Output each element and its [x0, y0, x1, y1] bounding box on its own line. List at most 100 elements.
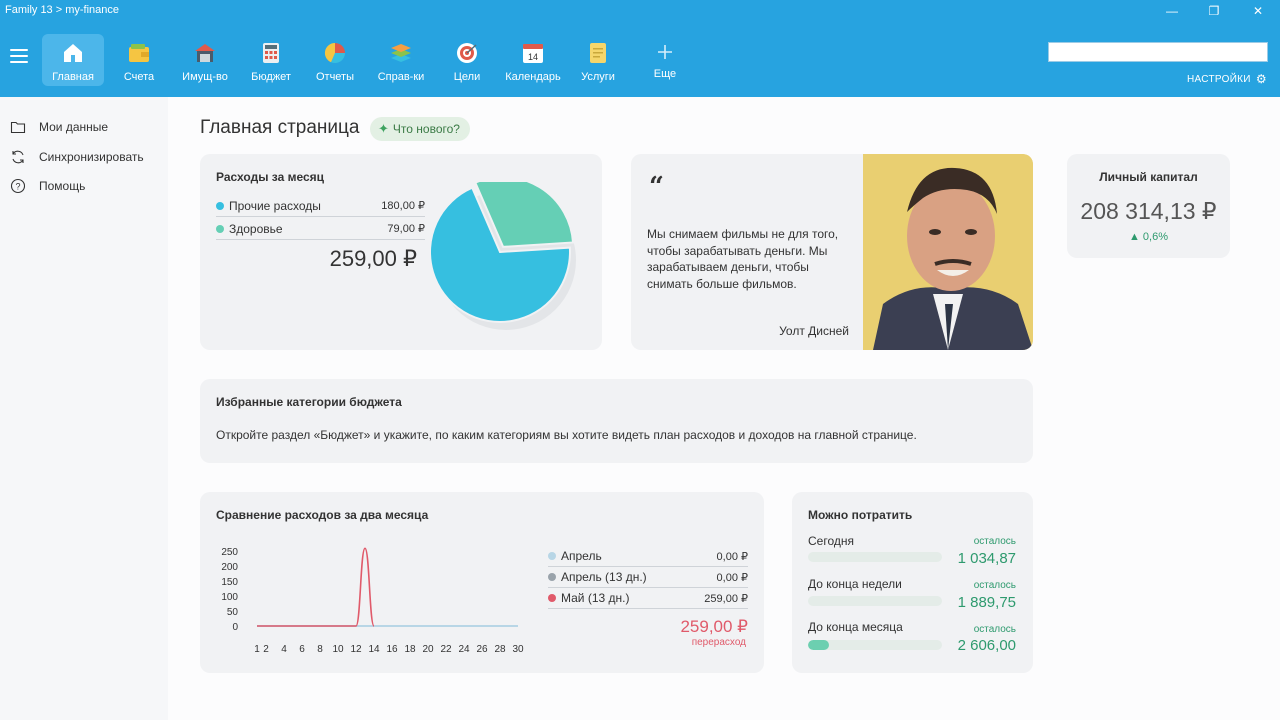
comparison-title: Сравнение расходов за два месяца — [216, 508, 429, 522]
hamburger-menu-icon[interactable] — [10, 49, 28, 63]
calendar-badge: 14 — [528, 52, 538, 62]
expenses-total: 259,00 ₽ — [329, 246, 417, 271]
page-title: Главная страница — [200, 117, 360, 138]
settings-link[interactable]: НАСТРОЙКИ ⚙ — [1187, 72, 1267, 86]
x-tick-label: 14 — [368, 644, 380, 655]
capital-change: ▲ 0,6% — [1128, 231, 1168, 243]
x-tick-label: 1 — [254, 644, 260, 655]
y-tick-label: 0 — [232, 622, 238, 633]
nav-item-budget[interactable]: Бюджет — [240, 34, 302, 86]
expenses-card[interactable]: Расходы за месяц Прочие расходы 180,00 ₽… — [200, 154, 602, 350]
main-content: Главная страница ✦ Что нового? Расходы за… — [168, 97, 1280, 720]
nav-item-goals[interactable]: Цели — [436, 34, 498, 86]
legend-value: 0,00 ₽ — [716, 571, 748, 584]
expense-label: Здоровье — [229, 221, 283, 236]
y-tick-label: 200 — [221, 562, 238, 573]
expense-row[interactable]: Здоровье 79,00 ₽ — [216, 218, 425, 240]
nav-label: Календарь — [505, 71, 561, 83]
x-tick-label: 2 — [263, 644, 269, 655]
nav-label: Цели — [453, 71, 481, 83]
expenses-title: Расходы за месяц — [216, 170, 325, 184]
spend-left-label: осталось — [973, 624, 1016, 635]
sidebar-item-my-data[interactable]: Мои данные — [10, 117, 108, 137]
minimize-button[interactable]: — — [1152, 1, 1192, 21]
help-icon: ? — [10, 178, 26, 194]
favorites-text: Откройте раздел «Бюджет» и укажите, по к… — [216, 428, 917, 442]
can-spend-card[interactable]: Можно потратить Сегодня осталось 1 034,8… — [792, 492, 1033, 673]
comparison-card[interactable]: Сравнение расходов за два месяца 0 50 100 1… — [200, 492, 764, 673]
folder-icon — [10, 121, 26, 134]
settings-label: НАСТРОЙКИ — [1187, 74, 1251, 85]
comparison-line-chart[interactable]: 0501001502002501 2 4 6 8 10 12 14 16 18 20 22 24 26 28… — [200, 532, 530, 662]
expense-value: 79,00 ₽ — [387, 223, 425, 235]
nav-item-reports[interactable]: Отчеты — [304, 34, 366, 86]
nav-item-services[interactable]: Услуги — [567, 34, 629, 86]
nav-item-home[interactable]: Главная — [42, 34, 104, 86]
search-input[interactable] — [1049, 43, 1267, 61]
nav-item-calendar[interactable]: 14 Календарь — [502, 34, 564, 86]
y-tick-label: 100 — [221, 592, 238, 603]
close-button[interactable]: ✕ — [1238, 1, 1278, 21]
layers-icon — [391, 44, 411, 62]
legend-value: 0,00 ₽ — [716, 550, 748, 563]
main-nav: Главная Счета Имущ-во Бюджет Отчеты Спра… — [0, 27, 1000, 91]
property-icon — [195, 44, 215, 62]
calculator-icon — [263, 43, 279, 63]
comparison-legend-row: Апрель 0,00 ₽ — [548, 546, 748, 567]
x-tick-label: 28 — [494, 644, 506, 655]
sidebar-item-help[interactable]: ? Помощь — [10, 176, 85, 196]
x-tick-label: 18 — [404, 644, 416, 655]
favorites-title: Избранные категории бюджета — [216, 395, 402, 409]
capital-value: 208 314,13 ₽ — [1080, 198, 1217, 224]
sidebar-item-label: Помощь — [39, 179, 86, 193]
nav-label: Отчеты — [315, 71, 355, 83]
app-header: Family 13 > my-finance — ❐ ✕ Главная Сче… — [0, 0, 1280, 97]
title-bar: Family 13 > my-finance — ❐ ✕ — [0, 0, 1280, 22]
svg-text:?: ? — [15, 182, 20, 192]
sidebar-item-label: Мои данные — [39, 120, 109, 134]
whats-new-label: Что нового? — [392, 122, 460, 136]
legend-dot — [548, 552, 556, 560]
expenses-pie-chart[interactable] — [430, 182, 590, 342]
calendar-icon: 14 — [523, 44, 543, 63]
x-tick-label: 26 — [476, 644, 488, 655]
nav-label: Главная — [52, 71, 94, 83]
expense-label: Прочие расходы — [229, 198, 321, 213]
sidebar-item-sync[interactable]: Синхронизировать — [10, 147, 144, 167]
x-tick-label: 8 — [317, 644, 323, 655]
whats-new-button[interactable]: ✦ Что нового? — [370, 117, 470, 141]
gear-icon: ⚙ — [1255, 72, 1267, 86]
overspend-label: перерасход — [691, 637, 746, 648]
nav-item-accounts[interactable]: Счета — [108, 34, 170, 86]
legend-label: Май (13 дн.) — [561, 591, 630, 605]
legend-label: Апрель (13 дн.) — [561, 570, 647, 584]
spend-left-label: осталось — [973, 580, 1016, 591]
home-icon — [64, 44, 82, 62]
wallet-icon — [129, 44, 149, 62]
quote-card: “ Мы снимаем фильмы не для того, чтобы з… — [631, 154, 1033, 350]
restore-button[interactable]: ❐ — [1194, 1, 1234, 21]
pie-chart-icon — [324, 42, 346, 64]
nav-item-references[interactable]: Справ-ки — [370, 34, 432, 86]
sparkle-icon: ✦ — [378, 121, 389, 136]
x-tick-label: 10 — [332, 644, 344, 655]
legend-value: 259,00 ₽ — [704, 592, 748, 605]
y-tick-label: 250 — [221, 547, 238, 558]
search-box[interactable] — [1048, 42, 1268, 62]
nav-item-property[interactable]: Имущ-во — [174, 34, 236, 86]
x-tick-label: 24 — [458, 644, 470, 655]
nav-label: Еще — [653, 68, 677, 80]
expense-row[interactable]: Прочие расходы 180,00 ₽ — [216, 195, 425, 217]
sidebar-item-label: Синхронизировать — [39, 150, 144, 164]
target-icon — [457, 43, 477, 63]
nav-label: Бюджет — [251, 71, 291, 83]
nav-item-more[interactable]: Еще — [634, 34, 696, 86]
y-tick-label: 150 — [221, 577, 238, 588]
capital-title: Личный капитал — [1099, 170, 1198, 184]
capital-card[interactable]: Личный капитал 208 314,13 ₽ ▲ 0,6% — [1067, 154, 1230, 258]
legend-dot — [216, 201, 224, 210]
x-tick-label: 12 — [350, 644, 362, 655]
document-icon — [590, 43, 606, 63]
favorite-categories-card[interactable]: Избранные категории бюджета Откройте раз… — [200, 379, 1033, 463]
overspend-value: 259,00 ₽ — [680, 617, 748, 636]
